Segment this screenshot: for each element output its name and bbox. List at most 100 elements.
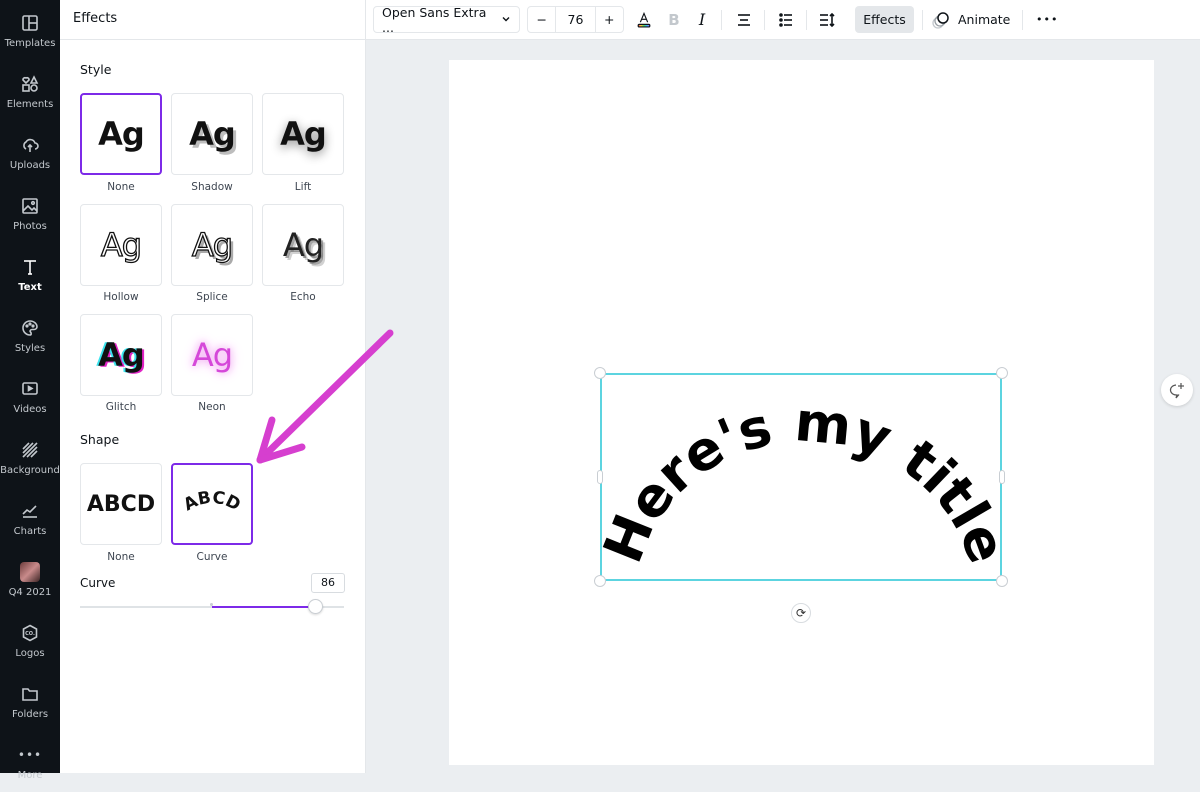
comment-add-icon xyxy=(1169,383,1184,399)
resize-handle-top-left[interactable] xyxy=(594,367,606,379)
photo-icon xyxy=(19,195,41,217)
font-family-select[interactable]: Open Sans Extra ... xyxy=(373,4,520,35)
resize-handle-bottom-left[interactable] xyxy=(594,575,606,587)
rail-item-folders[interactable]: Folders xyxy=(0,675,60,731)
font-name: Open Sans Extra ... xyxy=(382,4,487,35)
logo-icon: CO. xyxy=(19,622,41,644)
rail-label: Uploads xyxy=(9,160,51,171)
rail-item-styles[interactable]: Styles xyxy=(0,309,60,365)
style-section-title: Style xyxy=(80,62,112,77)
svg-text:CO.: CO. xyxy=(25,631,35,637)
upload-cloud-icon xyxy=(19,134,41,156)
add-comment-button[interactable] xyxy=(1161,374,1193,406)
panel-title: Effects xyxy=(60,0,365,40)
more-options-button[interactable]: ••• xyxy=(1036,6,1058,33)
shape-label: Curve xyxy=(196,551,228,563)
style-label: Hollow xyxy=(103,291,139,303)
text-color-button[interactable] xyxy=(632,6,656,33)
curve-slider-fill xyxy=(212,606,316,608)
style-label: Lift xyxy=(294,181,312,193)
folder-icon xyxy=(19,683,41,705)
rail-label: Background xyxy=(0,465,60,476)
style-preview: Ag xyxy=(191,336,233,374)
style-splice-tile[interactable]: Ag xyxy=(171,204,253,286)
style-lift-tile[interactable]: Ag xyxy=(262,93,344,175)
style-none-tile[interactable]: Ag xyxy=(80,93,162,175)
align-center-icon xyxy=(738,13,750,26)
style-label: Echo xyxy=(290,291,316,303)
align-button[interactable] xyxy=(732,6,756,33)
toolbar-divider xyxy=(764,10,765,30)
font-size-input[interactable]: 76 xyxy=(555,7,596,32)
rail-item-logos[interactable]: CO. Logos xyxy=(0,614,60,670)
text-icon xyxy=(19,256,41,278)
rail-item-more[interactable]: ••• More xyxy=(0,736,60,792)
rail-item-q4-2021[interactable]: Q4 2021 xyxy=(0,553,60,609)
resize-handle-bottom-right[interactable] xyxy=(996,575,1008,587)
style-glitch-tile[interactable]: Ag xyxy=(80,314,162,396)
style-label: Shadow xyxy=(191,181,233,193)
decrease-size-button[interactable]: − xyxy=(528,12,555,27)
rail-label: Styles xyxy=(14,343,46,354)
toolbar-divider xyxy=(806,10,807,30)
rail-label: Folders xyxy=(11,709,49,720)
palette-icon xyxy=(19,317,41,339)
rail-item-videos[interactable]: Videos xyxy=(0,370,60,426)
curve-slider[interactable] xyxy=(80,599,344,614)
resize-handle-left[interactable] xyxy=(597,470,603,484)
elements-icon xyxy=(19,73,41,95)
rotate-handle[interactable]: ⟳ xyxy=(791,603,811,623)
italic-icon: I xyxy=(698,10,706,29)
animate-label: Animate xyxy=(958,12,1011,27)
rail-label: Elements xyxy=(6,99,54,110)
animate-button[interactable]: Animate xyxy=(932,6,1010,33)
curve-value-input[interactable]: 86 xyxy=(311,573,345,593)
style-label: Splice xyxy=(196,291,228,303)
animate-icon xyxy=(932,11,949,29)
selection-box xyxy=(600,373,1002,581)
style-echo-tile[interactable]: Ag xyxy=(262,204,344,286)
style-preview: Ag xyxy=(280,115,327,153)
curve-slider-thumb[interactable] xyxy=(308,599,324,614)
rail-label: More xyxy=(17,770,43,781)
bold-button[interactable]: B xyxy=(662,6,686,33)
rail-item-photos[interactable]: Photos xyxy=(0,187,60,243)
increase-size-button[interactable]: + xyxy=(596,12,623,27)
rail-item-text[interactable]: Text xyxy=(0,248,60,304)
resize-handle-right[interactable] xyxy=(999,470,1005,484)
text-toolbar: Open Sans Extra ... − 76 + B I Effects A… xyxy=(366,0,1200,40)
style-preview: Ag xyxy=(98,115,145,153)
rail-item-background[interactable]: Background xyxy=(0,431,60,487)
resize-handle-top-right[interactable] xyxy=(996,367,1008,379)
line-spacing-icon xyxy=(820,12,835,27)
italic-button[interactable]: I xyxy=(690,6,714,33)
toolbar-divider xyxy=(1022,10,1023,30)
folder-thumbnail xyxy=(19,561,41,583)
rail-item-templates[interactable]: Templates xyxy=(0,4,60,60)
rail-item-elements[interactable]: Elements xyxy=(0,65,60,121)
list-button[interactable] xyxy=(774,6,798,33)
style-preview: Ag xyxy=(100,225,143,264)
style-label: Glitch xyxy=(105,401,137,413)
shape-none-tile[interactable]: ABCD xyxy=(80,463,162,545)
effects-button[interactable]: Effects xyxy=(855,6,914,33)
shape-curve-tile[interactable]: ABCD xyxy=(171,463,253,545)
spacing-button[interactable] xyxy=(815,6,839,33)
rail-label: Logos xyxy=(15,648,45,659)
more-icon: ••• xyxy=(17,748,43,762)
rail-item-charts[interactable]: Charts xyxy=(0,492,60,548)
rail-item-uploads[interactable]: Uploads xyxy=(0,126,60,182)
style-hollow-tile[interactable]: Ag xyxy=(80,204,162,286)
shape-section-title: Shape xyxy=(80,432,120,447)
style-neon-tile[interactable]: Ag xyxy=(171,314,253,396)
shape-preview: ABCD xyxy=(86,491,156,517)
chart-icon xyxy=(19,500,41,522)
style-shadow-tile[interactable]: Ag xyxy=(171,93,253,175)
rail-label: Text xyxy=(18,282,42,293)
style-preview: Ag xyxy=(191,225,234,264)
side-rail: Templates Elements Uploads Photos Text S… xyxy=(0,0,60,781)
list-icon xyxy=(779,12,792,27)
rotate-icon: ⟳ xyxy=(795,606,807,620)
rail-label: Photos xyxy=(13,221,47,232)
bold-icon: B xyxy=(668,10,680,29)
